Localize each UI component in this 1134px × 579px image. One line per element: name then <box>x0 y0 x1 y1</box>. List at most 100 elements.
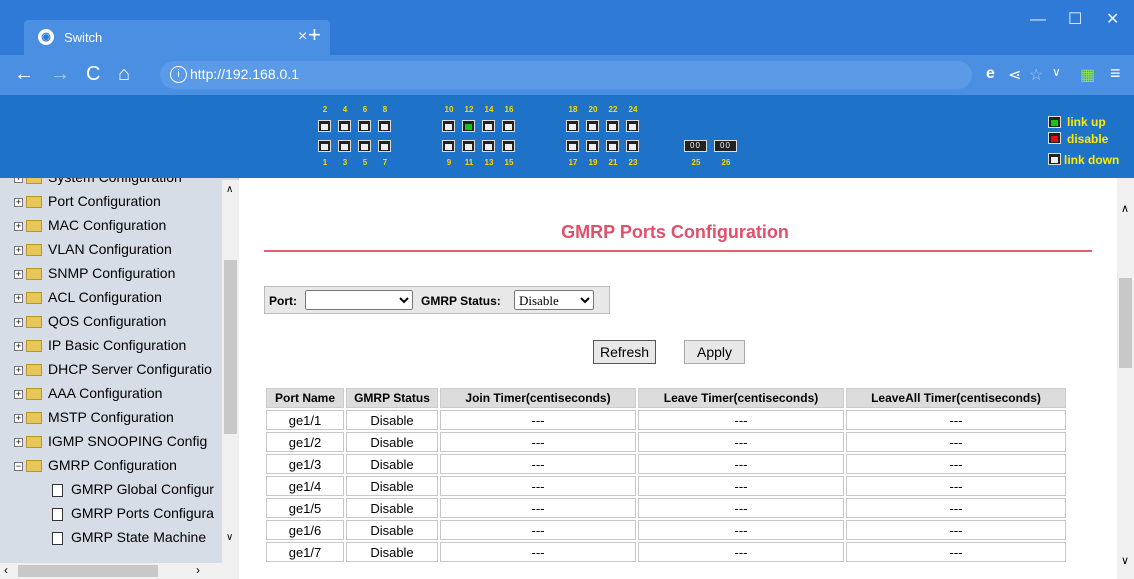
port-18-icon[interactable] <box>566 120 579 132</box>
apps-icon[interactable]: ▦ <box>1080 65 1095 85</box>
port-7-icon[interactable] <box>378 140 391 152</box>
port-select[interactable] <box>305 290 413 310</box>
expand-icon[interactable]: + <box>14 437 23 447</box>
apply-button[interactable]: Apply <box>684 340 746 364</box>
new-tab-button[interactable]: + <box>308 24 321 46</box>
forward-icon[interactable]: → <box>50 63 70 85</box>
main-scroll-thumb[interactable] <box>1119 278 1132 368</box>
tree-item-label: DHCP Server Configuratio <box>48 361 212 377</box>
sfp-port-26-icon[interactable]: 00 <box>714 140 737 152</box>
scroll-down-icon[interactable]: ∨ <box>1121 554 1129 567</box>
main-vertical-scrollbar[interactable]: ∧ ∨ <box>1117 178 1134 579</box>
tree-item[interactable]: + QOS Configuration <box>14 310 166 332</box>
info-icon[interactable]: i <box>170 66 187 83</box>
collapse-icon[interactable]: − <box>14 461 23 471</box>
port-12-icon[interactable] <box>462 120 475 132</box>
home-icon[interactable]: ⌂ <box>118 63 130 85</box>
tree-item[interactable]: + MSTP Configuration <box>14 406 174 428</box>
sfp-port-25-icon[interactable]: 00 <box>684 140 707 152</box>
scroll-up-icon[interactable]: ∧ <box>1121 202 1129 215</box>
tree-child-item[interactable]: GMRP Ports Configura <box>52 502 214 524</box>
tree-item[interactable]: + IGMP SNOOPING Config <box>14 430 207 452</box>
scroll-left-icon[interactable]: ‹ <box>4 563 8 577</box>
ie-mode-icon[interactable]: e <box>986 65 995 83</box>
port-4-icon[interactable] <box>338 120 351 132</box>
port-22-icon[interactable] <box>606 120 619 132</box>
table-cell: --- <box>846 476 1066 496</box>
table-cell: --- <box>846 498 1066 518</box>
table-cell: --- <box>846 432 1066 452</box>
tree-item[interactable]: + Port Configuration <box>14 190 161 212</box>
sidebar-vertical-scrollbar[interactable]: ∧ ∨ <box>222 180 239 563</box>
scroll-up-icon[interactable]: ∧ <box>226 184 233 195</box>
port-20-icon[interactable] <box>586 120 599 132</box>
tree-child-item[interactable]: GMRP State Machine <box>52 526 206 548</box>
scroll-right-icon[interactable]: › <box>196 563 200 577</box>
port-16-icon[interactable] <box>502 120 515 132</box>
window-close-icon[interactable]: ✕ <box>1106 9 1119 29</box>
port-label-top: 4 <box>342 105 348 114</box>
expand-icon[interactable]: + <box>14 317 23 327</box>
port-13-icon[interactable] <box>482 140 495 152</box>
gmrp-status-select[interactable]: Disable <box>514 290 594 310</box>
back-icon[interactable]: ← <box>14 63 34 85</box>
port-1-icon[interactable] <box>318 140 331 152</box>
maximize-icon[interactable]: ☐ <box>1068 9 1082 29</box>
port-23-icon[interactable] <box>626 140 639 152</box>
star-icon[interactable]: ☆ <box>1029 65 1043 85</box>
port-5-icon[interactable] <box>358 140 371 152</box>
table-cell: --- <box>638 542 844 562</box>
tree-item[interactable]: + AAA Configuration <box>14 382 162 404</box>
port-3-icon[interactable] <box>338 140 351 152</box>
tree-item[interactable]: − GMRP Configuration <box>14 454 177 476</box>
tree-item[interactable]: + MAC Configuration <box>14 214 166 236</box>
tab-close-icon[interactable]: × <box>298 28 307 46</box>
expand-icon[interactable]: + <box>14 269 23 279</box>
port-label-top: 22 <box>608 105 618 114</box>
table-cell: ge1/6 <box>266 520 344 540</box>
tree-item[interactable]: + DHCP Server Configuratio <box>14 358 212 380</box>
address-bar[interactable]: i http://192.168.0.1 <box>160 61 972 89</box>
port-9-icon[interactable] <box>442 140 455 152</box>
reload-icon[interactable]: C <box>86 63 100 85</box>
port-2-icon[interactable] <box>318 120 331 132</box>
share-icon[interactable]: ⋖ <box>1008 65 1021 85</box>
port-10-icon[interactable] <box>442 120 455 132</box>
port-8-icon[interactable] <box>378 120 391 132</box>
port-11-icon[interactable] <box>462 140 475 152</box>
expand-icon[interactable]: + <box>14 221 23 231</box>
minimize-icon[interactable]: — <box>1030 11 1046 29</box>
menu-icon[interactable]: ≡ <box>1110 63 1121 84</box>
expand-icon[interactable]: + <box>14 245 23 255</box>
expand-icon[interactable]: + <box>14 197 23 207</box>
port-15-icon[interactable] <box>502 140 515 152</box>
tree-item[interactable]: + SNMP Configuration <box>14 262 175 284</box>
port-17-icon[interactable] <box>566 140 579 152</box>
tree-item-label: MSTP Configuration <box>48 409 174 425</box>
chevron-down-icon[interactable]: ∨ <box>1052 65 1061 79</box>
port-21-icon[interactable] <box>606 140 619 152</box>
sidebar-scroll-thumb[interactable] <box>224 260 237 434</box>
tree-child-item[interactable]: GMRP Global Configur <box>52 478 214 500</box>
scroll-down-icon[interactable]: ∨ <box>226 532 233 543</box>
port-19-icon[interactable] <box>586 140 599 152</box>
expand-icon[interactable]: + <box>14 341 23 351</box>
expand-icon[interactable]: + <box>14 413 23 423</box>
port-6-icon[interactable] <box>358 120 371 132</box>
tree-item[interactable]: + VLAN Configuration <box>14 238 172 260</box>
browser-tab[interactable]: ◉ Switch × <box>24 20 330 55</box>
tree-item[interactable]: + System Configuration <box>14 178 182 188</box>
expand-icon[interactable]: + <box>14 365 23 375</box>
expand-icon[interactable]: + <box>14 293 23 303</box>
table-cell: --- <box>440 542 636 562</box>
refresh-button[interactable]: Refresh <box>593 340 657 364</box>
tree-item[interactable]: + ACL Configuration <box>14 286 162 308</box>
sidebar-hscroll-thumb[interactable] <box>18 565 158 577</box>
tree-item-label: AAA Configuration <box>48 385 163 401</box>
port-24-icon[interactable] <box>626 120 639 132</box>
port-14-icon[interactable] <box>482 120 495 132</box>
expand-icon[interactable]: + <box>14 389 23 399</box>
tree-item[interactable]: + IP Basic Configuration <box>14 334 186 356</box>
sidebar-horizontal-scrollbar[interactable]: ‹ › <box>0 563 239 579</box>
expand-icon[interactable]: + <box>14 178 23 183</box>
